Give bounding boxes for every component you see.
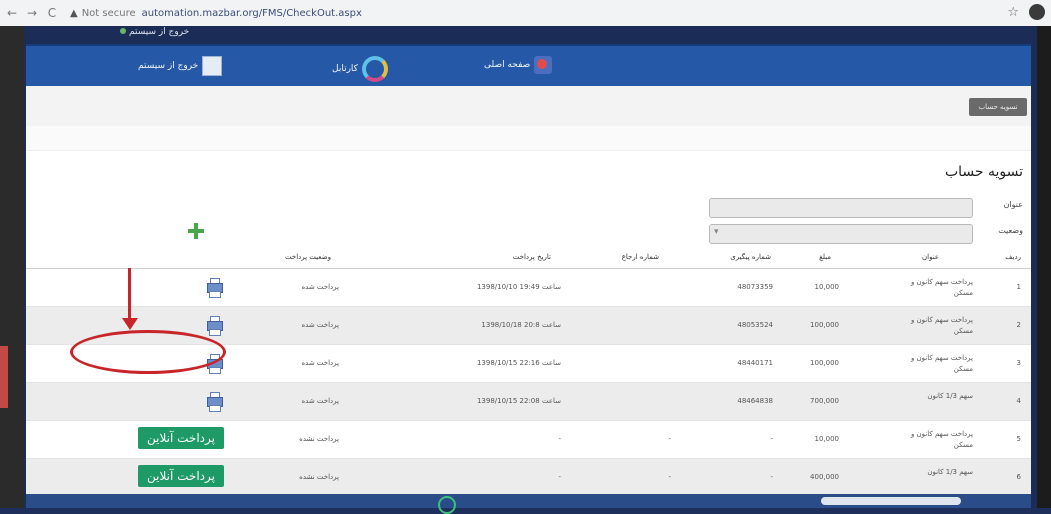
cell-amount: 100,000 — [810, 321, 839, 329]
cell-tracking: - — [770, 435, 773, 443]
nav-home[interactable]: صفحه اصلی — [484, 56, 553, 74]
online-pay-button[interactable]: پرداخت آنلاین — [138, 465, 224, 487]
breadcrumb-strip — [26, 126, 1031, 151]
print-icon[interactable] — [206, 392, 223, 412]
table-row: 1 پرداخت سهم کانون و مسکن 10,000 48073359 13… — [26, 269, 1031, 307]
cell-date: 1398/10/10 ساعت 19:49 — [476, 283, 561, 291]
home-icon — [534, 56, 553, 74]
table-row: 6 سهم 1/3 کانون 400,000 - - - پرداخت نشده پرداخ… — [26, 459, 1031, 497]
checkout-table: ردیف عنوان مبلغ شماره پیگیری شماره ارجاع… — [26, 248, 1031, 497]
filter-status-label: وضعیت — [998, 226, 1023, 235]
loader-icon — [438, 496, 456, 514]
cell-title: پرداخت سهم کانون و مسکن — [910, 354, 973, 373]
cell-date: - — [558, 435, 561, 443]
add-icon[interactable] — [188, 223, 204, 239]
header-tracking: شماره پیگیری — [730, 253, 771, 261]
print-icon[interactable] — [206, 278, 223, 298]
cell-title: پرداخت سهم کانون و مسکن — [910, 430, 973, 449]
header-state: وضعیت پرداخت — [285, 253, 331, 261]
cell-date: 1398/10/15 ساعت 22:08 — [476, 397, 561, 405]
table-row: 4 سهم 1/3 کانون 700,000 48464838 1398/10/15 … — [26, 383, 1031, 421]
cell-title: سهم 1/3 کانون — [927, 392, 973, 400]
cell-idx: 2 — [1016, 321, 1021, 329]
print-icon[interactable] — [206, 316, 223, 336]
cell-title: پرداخت سهم کانون و مسکن — [910, 316, 973, 335]
annotation-ellipse — [70, 330, 226, 374]
warning-icon: ▲ — [70, 7, 78, 19]
chevron-down-icon: ▾ — [714, 227, 719, 237]
cell-tracking: 48073359 — [737, 283, 773, 291]
cell-idx: 4 — [1016, 397, 1021, 405]
cell-state: پرداخت شده — [301, 397, 339, 405]
cell-title: پرداخت سهم کانون و مسکن — [910, 278, 973, 297]
cell-amount: 100,000 — [810, 359, 839, 367]
online-pay-button[interactable]: پرداخت آنلاین — [138, 427, 224, 449]
cell-idx: 6 — [1016, 473, 1021, 481]
cell-idx: 5 — [1016, 435, 1021, 443]
cell-state: پرداخت نشده — [299, 473, 339, 481]
not-secure-label: Not secure — [81, 7, 136, 19]
forward-icon[interactable]: → — [24, 6, 40, 20]
right-edge — [1037, 26, 1051, 508]
main-nav: خروج از سیستم کارتابل صفحه اصلی — [26, 44, 1031, 88]
header-payment-no: شماره ارجاع — [621, 253, 659, 261]
cell-amount: 400,000 — [810, 473, 839, 481]
profile-avatar[interactable] — [1029, 4, 1045, 20]
dashboard-ring-icon — [361, 56, 388, 82]
top-user-link[interactable]: خروج از سیستم — [120, 27, 189, 37]
browser-toolbar: ← → C ▲ Not secure automation.mazbar.org… — [0, 0, 1051, 27]
tab-checkout[interactable]: تسویه حساب — [969, 98, 1027, 116]
address-bar[interactable]: ▲ Not secure automation.mazbar.org/FMS/C… — [70, 8, 362, 19]
cell-tracking: 48053524 — [737, 321, 773, 329]
nav-cartable-label: کارتابل — [332, 64, 358, 74]
filter-title-label: عنوان — [1003, 200, 1023, 209]
left-edge — [0, 26, 24, 508]
cell-payment-no: - — [668, 473, 671, 481]
cell-payment-no: - — [668, 435, 671, 443]
filter-title-input[interactable] — [709, 198, 973, 218]
nav-home-label: صفحه اصلی — [484, 60, 531, 70]
cell-amount: 10,000 — [814, 435, 840, 443]
page-title: تسویه حساب — [944, 164, 1023, 180]
table-row: 5 پرداخت سهم کانون و مسکن 10,000 - - - پرداخت … — [26, 421, 1031, 459]
reload-icon[interactable]: C — [44, 6, 60, 20]
cell-tracking: - — [770, 473, 773, 481]
annotation-arrowhead — [122, 318, 138, 330]
cell-tracking: 48440171 — [737, 359, 773, 367]
footer-search[interactable] — [821, 497, 961, 505]
cell-tracking: 48464838 — [737, 397, 773, 405]
cell-amount: 10,000 — [814, 283, 840, 291]
cell-state: پرداخت شده — [301, 283, 339, 291]
filter-status-select[interactable]: ▾ — [709, 224, 973, 244]
back-icon[interactable]: ← — [4, 6, 20, 20]
header-amount: مبلغ — [819, 253, 831, 261]
url-text[interactable]: automation.mazbar.org/FMS/CheckOut.aspx — [142, 8, 362, 19]
sub-header: تسویه حساب — [26, 86, 1031, 127]
nav-cartable[interactable]: کارتابل — [332, 56, 388, 82]
status-dot-icon — [120, 28, 126, 34]
cell-date: 1398/10/15 ساعت 22:16 — [476, 359, 561, 367]
cell-idx: 3 — [1016, 359, 1021, 367]
header-idx: ردیف — [1005, 253, 1021, 261]
cell-state: پرداخت نشده — [299, 435, 339, 443]
header-title: عنوان — [922, 253, 939, 261]
header-date: تاریخ پرداخت — [512, 253, 551, 261]
table-header: ردیف عنوان مبلغ شماره پیگیری شماره ارجاع… — [26, 248, 1031, 269]
cell-amount: 700,000 — [810, 397, 839, 405]
footer-bar — [26, 494, 1031, 514]
cell-date: 1398/10/18 ساعت 20:8 — [481, 321, 561, 329]
content-panel: تسویه حساب تسویه حساب عنوان وضعیت ▾ ردیف… — [26, 86, 1031, 502]
cell-state: پرداخت شده — [301, 359, 339, 367]
cell-idx: 1 — [1016, 283, 1021, 291]
cell-title: سهم 1/3 کانون — [927, 468, 973, 476]
users-icon — [202, 56, 223, 76]
nav-logout-label: خروج از سیستم — [138, 61, 199, 71]
side-tab[interactable] — [0, 346, 8, 408]
cell-date: - — [558, 473, 561, 481]
nav-logout[interactable]: خروج از سیستم — [138, 56, 223, 76]
cell-state: پرداخت شده — [301, 321, 339, 329]
bookmark-star-icon[interactable]: ☆ — [1007, 5, 1019, 20]
annotation-arrow — [128, 268, 131, 324]
